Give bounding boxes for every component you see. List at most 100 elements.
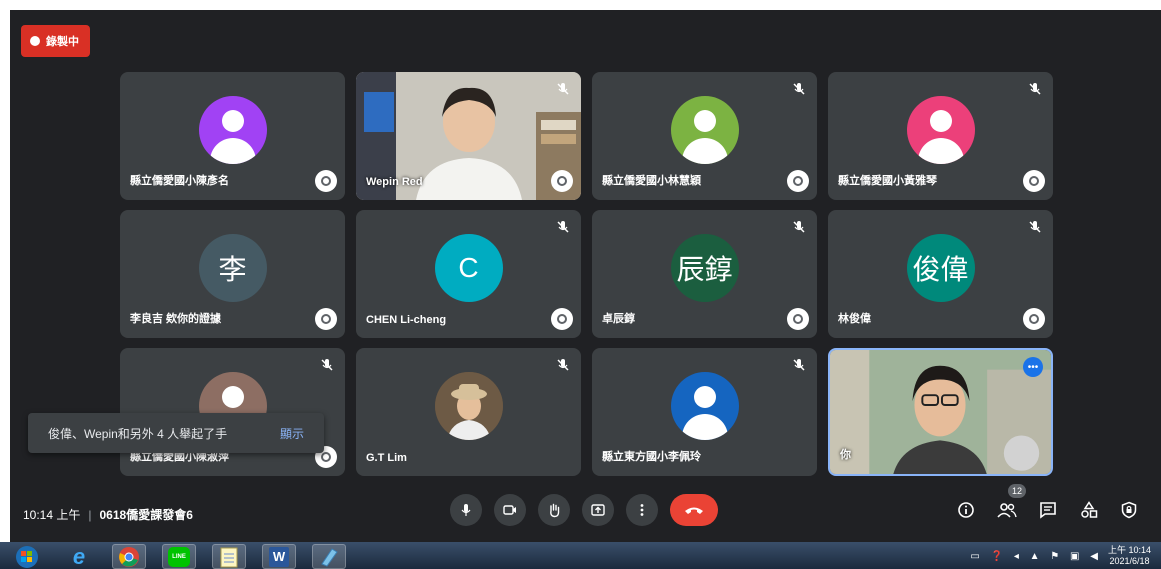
toast-text: 俊偉、Wepin和另外 4 人舉起了手 [48,426,228,441]
avatar: 辰錞 [670,234,739,302]
mic-off-icon [557,221,569,233]
taskbar-app[interactable]: e [62,544,96,569]
camera-button[interactable] [494,494,526,526]
taskbar-app[interactable] [112,544,146,569]
raise-hand-icon [550,503,560,518]
audio-indicator-icon [787,308,809,330]
participant-name: 林俊偉 [838,313,871,325]
self-view-tile[interactable]: 你 ••• [828,348,1053,476]
meeting-info: 10:14 上午 | 0618僑愛課發會6 [23,506,193,523]
participant-name: 縣立僑愛國小陳彥名 [130,175,229,187]
mic-off-icon [793,221,805,233]
camera-icon [503,505,516,515]
mic-off-icon [557,83,569,95]
participant-tile[interactable]: 縣立僑愛國小林慧穎 [592,72,817,200]
system-clock[interactable]: 上午 10:14 2021/6/18 [1108,545,1151,567]
participant-name: 卓辰錞 [602,313,635,325]
participant-count-badge: 12 [1008,484,1026,498]
taskbar-app[interactable]: W [262,544,296,569]
more-options-icon[interactable]: ••• [1023,357,1043,377]
clock-time: 上午 10:14 [1107,545,1151,555]
meeting-time: 10:14 上午 [23,508,81,522]
end-call-icon [685,507,703,514]
people-button[interactable] [995,498,1019,522]
tray-icons[interactable]: ▭ ❓ ◂ ▲ ⚑ ▣ ◀ [970,551,1102,562]
windows-start-button[interactable] [10,544,44,569]
avatar [670,372,739,440]
avatar: 俊偉 [906,234,975,302]
taskbar-app[interactable] [212,544,246,569]
chat-button[interactable] [1036,498,1060,522]
avatar [198,96,267,164]
avatar: 李 [198,234,267,302]
mic-off-icon [1029,83,1041,95]
mic-off-icon [557,359,569,371]
recording-badge[interactable]: 錄製中 [21,25,90,57]
mic-off-icon [793,83,805,95]
avatar: C [434,234,503,302]
audio-indicator-icon [787,170,809,192]
present-icon [591,504,605,516]
chrome-icon [119,546,139,567]
internet-explorer-icon: e [72,543,86,569]
windows-start-icon [16,545,38,568]
mic-button[interactable] [450,494,482,526]
participant-name: 縣立僑愛國小黃雅琴 [838,175,937,187]
more-options-button[interactable] [626,494,658,526]
audio-indicator-icon [1023,308,1045,330]
participant-tile[interactable]: 縣立東方國小李佩玲 [592,348,817,476]
activities-button[interactable] [1077,498,1101,522]
avatar-photo [434,372,503,440]
participant-tile[interactable]: Wepin Red [356,72,581,200]
toast-show-button[interactable]: 顯示 [280,425,304,442]
mic-icon [461,504,471,516]
meeting-info-separator: | [88,507,92,522]
app-icon [321,547,338,567]
participant-tile[interactable]: 辰錞 卓辰錞 [592,210,817,338]
info-icon [958,502,974,518]
audio-indicator-icon [315,308,337,330]
taskbar-app[interactable]: LINE [162,544,196,569]
end-call-button[interactable] [670,494,718,526]
participant-name: 李良吉 欸你的證據 [130,313,222,325]
recording-dot-icon [30,36,40,46]
more-options-icon [640,504,644,516]
host-controls-icon [1121,501,1137,519]
participant-tile[interactable]: G.T Lim [356,348,581,476]
meet-screen: 錄製中 縣立僑愛國小陳彥名 Wepin Red 縣立僑愛國小林慧穎 縣立僑愛國小… [10,10,1161,542]
participant-tile[interactable]: 李 李良吉 欸你的證據 [120,210,345,338]
raise-hand-button[interactable] [538,494,570,526]
participant-name: Wepin Red [366,176,423,188]
participant-tile[interactable]: C CHEN Li-cheng [356,210,581,338]
participant-tile[interactable]: 俊偉 林俊偉 [828,210,1053,338]
audio-indicator-icon [1023,170,1045,192]
mic-off-icon [321,359,333,371]
audio-indicator-icon [551,308,573,330]
participant-name: CHEN Li-cheng [366,314,447,326]
participant-tile[interactable]: 縣立僑愛國小陳淑萍 [120,348,345,476]
meeting-code: 0618僑愛課發會6 [99,508,193,522]
participant-tile[interactable]: 縣立僑愛國小陳彥名 [120,72,345,200]
line-icon: LINE [168,546,190,567]
mic-off-icon [1029,221,1041,233]
meeting-details-button[interactable] [954,498,978,522]
participant-name: G.T Lim [366,452,407,464]
participant-name: 縣立僑愛國小林慧穎 [602,175,701,187]
activities-icon [1081,501,1098,518]
participant-name: 縣立東方國小李佩玲 [602,451,701,463]
participant-name: 你 [840,449,851,461]
mic-off-icon [793,359,805,371]
taskbar-app[interactable] [312,544,346,569]
audio-indicator-icon [315,170,337,192]
participant-tile[interactable]: 縣立僑愛國小黃雅琴 [828,72,1053,200]
clock-date: 2021/6/18 [1109,556,1150,566]
bottom-bar: 10:14 上午 | 0618僑愛課發會6 12 [10,484,1161,542]
word-icon: W [269,546,289,567]
recording-label: 錄製中 [46,36,79,48]
host-controls-button[interactable] [1117,498,1141,522]
present-button[interactable] [582,494,614,526]
avatar [670,96,739,164]
system-tray: ▭ ❓ ◂ ▲ ⚑ ▣ ◀ 上午 10:14 2021/6/18 [970,545,1151,567]
chat-icon [1040,502,1056,519]
raised-hands-toast: 俊偉、Wepin和另外 4 人舉起了手 顯示 [28,413,324,453]
